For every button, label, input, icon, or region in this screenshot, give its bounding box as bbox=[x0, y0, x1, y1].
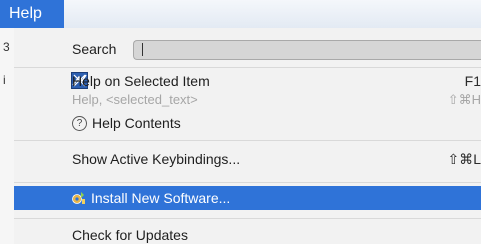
menu-item-label: Install New Software... bbox=[91, 190, 231, 206]
separator bbox=[14, 182, 481, 183]
search-input[interactable] bbox=[133, 40, 481, 60]
help-contents-icon: ? bbox=[72, 116, 87, 131]
menu-item-label: Check for Updates bbox=[72, 227, 188, 243]
shortcut-label: F1 bbox=[464, 73, 481, 89]
menu-bar-help[interactable]: Help bbox=[0, 0, 64, 28]
menu-item-check-updates[interactable]: Check for Updates bbox=[14, 224, 481, 244]
separator bbox=[14, 218, 481, 219]
menu-item-label: Help on Selected Item bbox=[72, 73, 210, 89]
text-caret bbox=[142, 43, 143, 56]
install-software-icon bbox=[72, 192, 85, 204]
menu-item-label: Help Contents bbox=[92, 115, 181, 131]
background-editor-gutter: 3 i bbox=[0, 28, 15, 244]
app-window: Help 3 i Search Help on Selected Item F1… bbox=[0, 0, 481, 244]
menu-item-show-keybindings[interactable]: Show Active Keybindings... ⇧⌘L bbox=[14, 148, 481, 170]
search-label: Search bbox=[72, 41, 117, 57]
shortcut-label: ⇧⌘H bbox=[447, 92, 481, 107]
shortcut-label: ⇧⌘L bbox=[447, 151, 481, 167]
menu-item-install-new-software[interactable]: Install New Software... bbox=[14, 186, 481, 210]
menu-item-help-on-selected[interactable]: Help on Selected Item F1 bbox=[14, 70, 481, 92]
search-row: Search bbox=[14, 28, 481, 68]
menu-item-label: Show Active Keybindings... bbox=[72, 151, 241, 167]
gutter-mark: 3 bbox=[3, 40, 10, 54]
separator bbox=[14, 140, 481, 141]
help-menu: Search Help on Selected Item F1 Help, <s… bbox=[14, 28, 481, 244]
separator bbox=[14, 67, 481, 68]
gutter-mark: i bbox=[3, 73, 6, 87]
menu-item-help-contents[interactable]: ? Help Contents bbox=[14, 112, 481, 134]
menu-item-label: Help, <selected_text> bbox=[72, 92, 198, 107]
menu-bar: Help bbox=[0, 0, 481, 28]
menu-item-help-selected-text: Help, <selected_text> ⇧⌘H bbox=[14, 91, 481, 111]
